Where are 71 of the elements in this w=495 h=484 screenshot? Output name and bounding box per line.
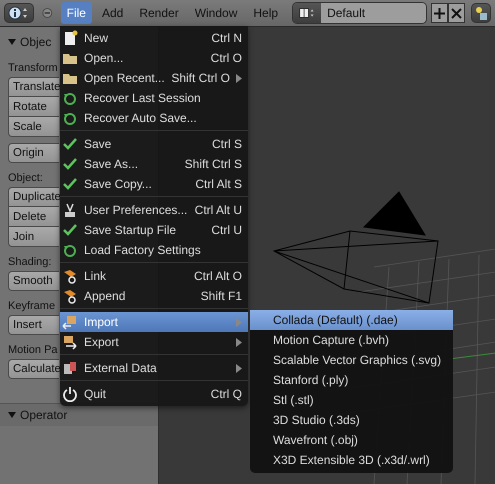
checkmark-icon [62, 156, 78, 172]
add-icon[interactable] [430, 3, 448, 23]
import-icon [62, 314, 78, 330]
collapse-icon[interactable] [42, 7, 53, 19]
link-icon [62, 268, 78, 284]
menu-entry[interactable]: Save Copy... Ctrl Alt S [60, 174, 248, 194]
link-icon [62, 288, 78, 304]
menu-entry[interactable]: Recover Last Session [60, 88, 248, 108]
tool-button[interactable]: Insert [8, 315, 59, 335]
menu-entry[interactable]: Motion Capture (.bvh) [250, 330, 453, 350]
menu-item[interactable]: Add [96, 2, 130, 24]
checkmark-icon [62, 136, 78, 152]
menu-entry[interactable]: Import [60, 312, 248, 332]
tool-button[interactable]: Origin [8, 143, 59, 163]
section-label: Keyframe [8, 299, 56, 314]
tool-button[interactable]: Rotate [8, 97, 59, 117]
section-label: Transform [8, 61, 58, 76]
checkmark-icon [62, 222, 78, 238]
export-icon [62, 334, 78, 350]
tool-button[interactable]: Translate [8, 77, 59, 97]
menu-entry[interactable]: Open Recent... Shift Ctrl O [60, 68, 248, 88]
menu-item[interactable]: File [60, 2, 92, 24]
tool-button[interactable]: Join [8, 227, 59, 247]
layout-selector[interactable]: Default [292, 2, 427, 24]
menu-entry[interactable]: Append Shift F1 [60, 286, 248, 306]
menu-entry[interactable]: Save Startup File Ctrl U [60, 220, 248, 240]
preferences-icon [62, 202, 78, 218]
menu-entry[interactable]: External Data [60, 358, 248, 378]
menu-entry[interactable]: X3D Extensible 3D (.x3d/.wrl) [250, 450, 453, 470]
menu-item[interactable]: Render [133, 2, 185, 24]
close-icon[interactable] [448, 3, 465, 23]
tool-button[interactable]: Smooth [8, 271, 59, 291]
recover-icon [62, 90, 78, 106]
menu-entry[interactable]: Load Factory Settings [60, 240, 248, 260]
menu-entry[interactable]: Wavefront (.obj) [250, 430, 453, 450]
recover-icon [62, 110, 78, 126]
tool-button[interactable]: Delete [8, 207, 59, 227]
menu-entry[interactable]: Open... Ctrl O [60, 48, 248, 68]
menu-entry[interactable]: Link Ctrl Alt O [60, 266, 248, 286]
menu-entry[interactable]: Quit Ctrl Q [60, 384, 248, 404]
menu-entry[interactable]: 3D Studio (.3ds) [250, 410, 453, 430]
editor-type-button[interactable] [4, 3, 34, 23]
menu-entry[interactable]: Collada (Default) (.dae) [250, 310, 453, 330]
panel-title: Objec [20, 35, 52, 49]
section-label: Shading: [8, 255, 52, 270]
tool-button[interactable]: Scale [8, 117, 59, 137]
expand-arrow-icon[interactable] [8, 38, 16, 46]
section-label: Motion Pa [8, 343, 58, 358]
menu-entry[interactable]: New Ctrl N [60, 28, 248, 48]
layout-name-field[interactable]: Default [321, 3, 426, 23]
menu-entry[interactable]: Save Ctrl S [60, 134, 248, 154]
menu-item[interactable]: Help [247, 2, 284, 24]
layout-icon[interactable] [293, 3, 322, 23]
menu-entry[interactable]: Save As... Shift Ctrl S [60, 154, 248, 174]
menu-entry[interactable]: Stanford (.ply) [250, 370, 453, 390]
data-icon [62, 360, 78, 376]
checkmark-icon [62, 176, 78, 192]
expand-arrow-icon[interactable] [8, 411, 16, 419]
menu-entry[interactable]: Recover Auto Save... [60, 108, 248, 128]
section-label: Object: [8, 171, 43, 186]
tool-button[interactable]: Duplicate [8, 187, 59, 207]
scene-icon[interactable] [470, 3, 491, 23]
new-file-icon [62, 30, 78, 46]
recover-icon [62, 242, 78, 258]
menu-entry[interactable]: User Preferences... Ctrl Alt U [60, 200, 248, 220]
power-icon [62, 386, 78, 402]
panel-title: Operator [20, 408, 68, 422]
menu-item[interactable]: Window [188, 2, 244, 24]
menu-entry[interactable]: Stl (.stl) [250, 390, 453, 410]
menu-entry[interactable]: Export [60, 332, 248, 352]
menu-entry[interactable]: Scalable Vector Graphics (.svg) [250, 350, 453, 370]
